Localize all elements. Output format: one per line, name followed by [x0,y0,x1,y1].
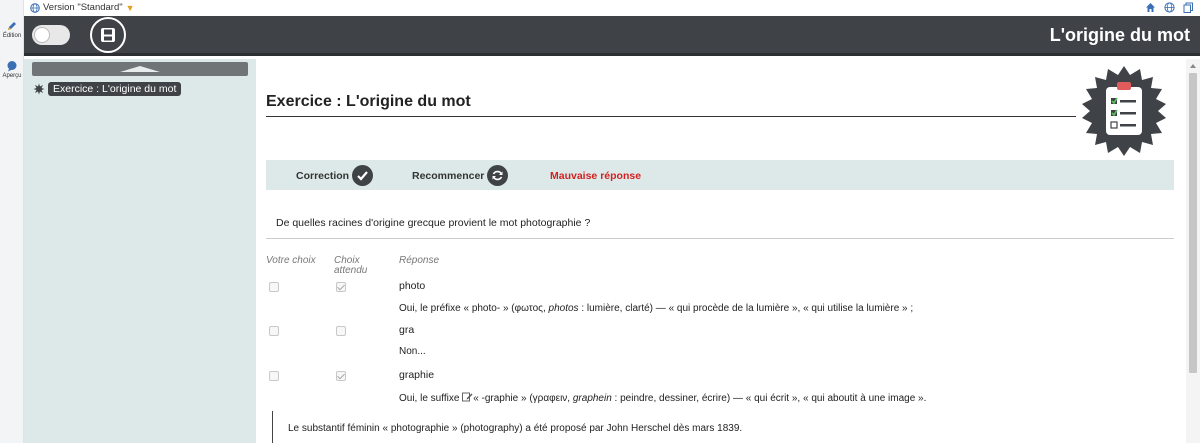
column-header-answer: Réponse [399,255,440,266]
save-button[interactable] [90,17,126,53]
feedback-photo-text1: Oui, le préfixe « photo- » (φωτος, [399,303,549,314]
copy-icon[interactable] [1183,2,1194,13]
apercu-button[interactable]: Aperçu [0,60,24,79]
title-divider [266,116,1076,117]
feedback-photo: Oui, le préfixe « photo- » (φωτος, photo… [399,303,913,314]
apercu-label: Aperçu [2,73,22,79]
check-icon [352,165,374,186]
your-choice-checkbox-gra[interactable] [269,326,279,336]
scroll-up-arrow-icon[interactable] [1190,64,1196,68]
version-label: Version "Standard" [43,2,123,13]
feedback-graphie-text2: « -graphie » (γραφειν, [473,393,573,404]
vertical-scrollbar[interactable] [1186,59,1200,443]
collapse-up-icon [120,66,160,72]
column-header-expected-line2: attendu [334,265,368,276]
top-icons [1145,2,1194,13]
correction-button[interactable]: Correction [296,165,374,186]
home-icon[interactable] [1145,2,1156,13]
version-selector[interactable]: Version "Standard" ▼ [30,2,135,13]
pencil-icon [8,22,16,30]
your-choice-checkbox-photo[interactable] [269,282,279,292]
edition-label: Édition [2,33,22,39]
feedback-gra: Non... [399,346,426,357]
globe-icon[interactable] [1164,2,1175,13]
collapse-bar[interactable] [32,62,248,76]
gear-star-icon [33,83,45,95]
status-message: Mauvaise réponse [550,170,642,182]
correction-label: Correction [296,169,350,182]
feedback-photo-italic: photos [548,303,579,314]
info-note: Le substantif féminin « photographie » (… [272,411,742,443]
column-header-expected-choice: Choix attendu [334,256,367,276]
column-header-your-choice: Votre choix [266,255,316,266]
scrollbar-thumb[interactable] [1189,73,1197,373]
expected-checkbox-gra [336,326,346,336]
app-header: L'origine du mot [24,16,1200,56]
exercise-title: Exercice : L'origine du mot [266,93,471,110]
feedback-graphie-text3: : peindre, dessiner, écrire) — « qui écr… [611,393,927,404]
top-bar: Version "Standard" ▼ [24,0,1200,16]
page-title: L'origine du mot [1049,25,1190,45]
toggle-knob [34,27,50,43]
chat-bubble-icon [7,61,17,72]
question-divider [266,238,1174,239]
floppy-disk-icon [101,28,115,42]
tree-item-label: Exercice : L'origine du mot [48,82,182,96]
refresh-icon [487,165,509,186]
edition-button[interactable]: Édition [0,20,24,39]
chevron-down-icon: ▼ [125,2,135,13]
left-rail: Édition Aperçu [0,0,24,443]
expected-checkbox-photo [336,282,346,292]
expected-checkbox-graphie [336,371,346,381]
answer-label-gra: gra [399,324,415,336]
mode-toggle[interactable] [32,25,70,45]
feedback-photo-text2: : lumière, clarté) — « qui procède de la… [578,303,914,314]
feedback-graphie-italic: graphein [572,393,612,404]
feedback-graphie: Oui, le suffixe « -graphie » (γραφειν, g… [399,391,926,404]
answer-label-photo: photo [399,280,426,292]
question-text: De quelles racines d'origine grecque pro… [276,217,591,229]
restart-button[interactable]: Recommencer [412,165,509,186]
feedback-graphie-text1: Oui, le suffixe [399,393,463,404]
globe-small-icon [30,2,40,13]
edit-note-icon[interactable] [462,391,473,402]
exercise-content: Exercice : L'origine du mot Correction R… [256,59,1186,443]
outline-panel: Exercice : L'origine du mot [24,59,256,443]
tree-item-exercise[interactable]: Exercice : L'origine du mot [33,82,182,96]
exercise-toolbar: Correction Recommencer Mauvaise réponse [266,160,1174,190]
answer-label-graphie: graphie [399,369,435,381]
restart-label: Recommencer [412,169,485,182]
checklist-badge-icon [1082,66,1166,156]
your-choice-checkbox-graphie[interactable] [269,371,279,381]
